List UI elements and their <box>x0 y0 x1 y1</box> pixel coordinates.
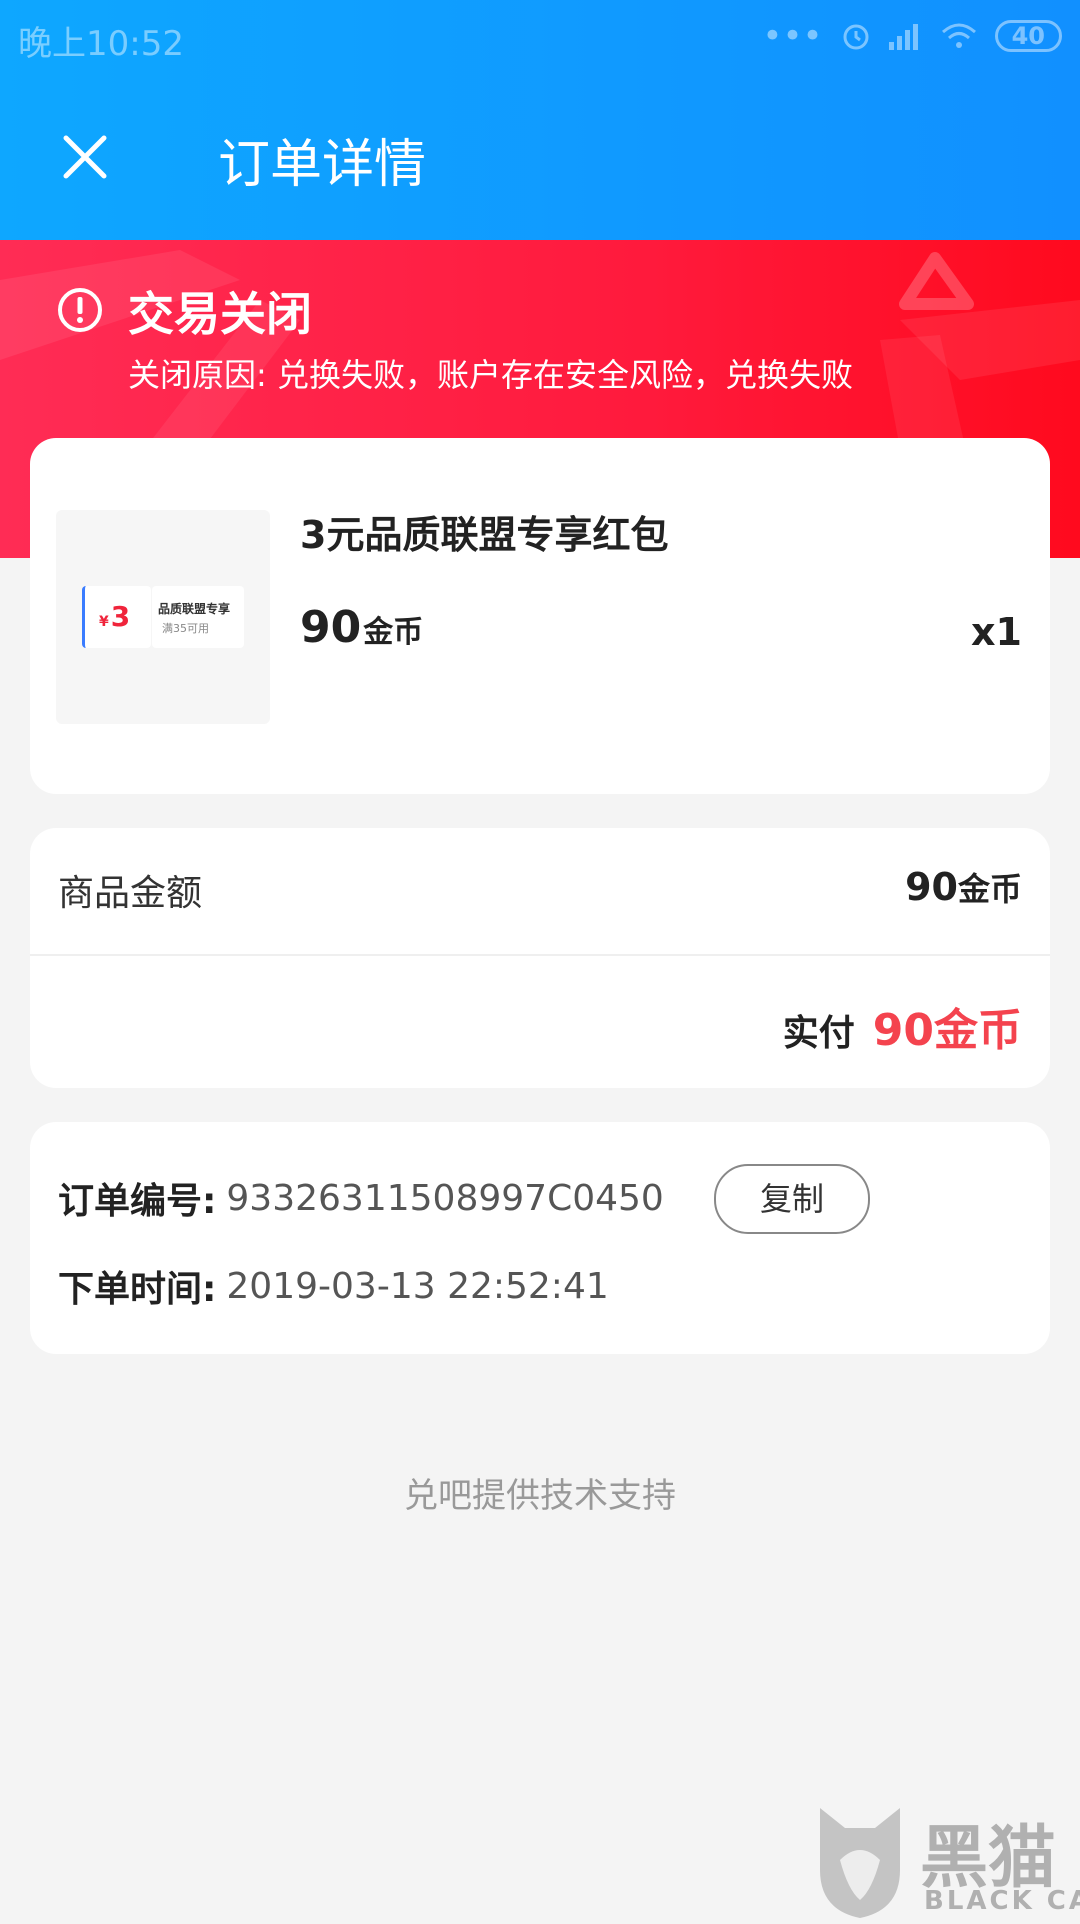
product-quantity: x1 <box>971 610 1022 654</box>
wifi-icon <box>941 23 976 48</box>
goods-amount-number: 90 <box>905 865 958 909</box>
amount-card: 商品金额 90金币 实付 90金币 <box>30 828 1050 1088</box>
signal-icon <box>888 24 918 50</box>
order-time: 2019-03-13 22:52:41 <box>226 1265 609 1307</box>
goods-amount-value: 90金币 <box>905 864 1022 910</box>
more-dots-icon: ••• <box>762 16 823 56</box>
paid-value: 90金币 <box>872 1005 1022 1056</box>
product-price: 90金币 <box>300 602 423 653</box>
order-time-label: 下单时间: <box>58 1269 217 1310</box>
nav-bar: 订单详情 <box>0 80 1080 240</box>
goods-amount-label: 商品金额 <box>58 873 203 914</box>
alarm-icon <box>843 24 869 50</box>
order-time-row: 下单时间: 2019-03-13 22:52:41 <box>58 1260 609 1312</box>
order-info-card: 订单编号: 93326311508997C0450 复制 下单时间: 2019-… <box>30 1122 1050 1354</box>
goods-amount-unit: 金币 <box>957 870 1022 908</box>
coupon-currency: ¥ <box>99 614 109 630</box>
footer-text: 兑吧提供技术支持 <box>404 1476 676 1516</box>
close-icon <box>63 135 107 179</box>
status-bar: 晚上10:52 ••• 40 <box>0 0 1080 80</box>
paid-label: 实付 <box>782 1013 855 1054</box>
coupon-value: 3 <box>110 600 131 633</box>
coupon-condition: 满35可用 <box>162 622 209 635</box>
status-title: 交易关闭 <box>128 287 312 341</box>
coupon-value-block: ¥3 <box>82 586 151 648</box>
warning-icon <box>58 288 102 332</box>
status-time: 晚上10:52 <box>18 24 184 64</box>
order-number: 93326311508997C0450 <box>226 1177 664 1219</box>
product-card: ¥3 品质联盟专享 满35可用 3元品质联盟专享红包 90金币 x1 <box>30 438 1050 794</box>
watermark-subtext: BLACK CAT <box>924 1886 1080 1916</box>
product-thumbnail: ¥3 品质联盟专享 满35可用 <box>56 510 270 724</box>
product-name: 3元品质联盟专享红包 <box>300 513 669 557</box>
coupon-info-block: 品质联盟专享 满35可用 <box>152 586 244 648</box>
watermark: 黑猫 BLACK CAT <box>810 1800 1080 1924</box>
goods-amount-row: 商品金额 90金币 <box>30 828 1050 956</box>
paid-row: 实付 90金币 <box>783 994 1022 1058</box>
product-price-value: 90 <box>300 602 362 653</box>
page-title: 订单详情 <box>218 135 427 195</box>
cat-logo-icon <box>820 1808 900 1918</box>
product-price-unit: 金币 <box>363 615 424 650</box>
order-number-label: 订单编号: <box>58 1181 217 1222</box>
status-icons: ••• 40 <box>762 16 1062 56</box>
copy-button[interactable]: 复制 <box>714 1164 870 1234</box>
battery-indicator: 40 <box>994 20 1062 52</box>
close-reason: 关闭原因: 兑换失败，账户存在安全风险，兑换失败 <box>128 356 853 394</box>
coupon-name: 品质联盟专享 <box>158 602 231 616</box>
order-number-row: 订单编号: 93326311508997C0450 <box>58 1172 664 1224</box>
close-button[interactable] <box>60 132 110 182</box>
